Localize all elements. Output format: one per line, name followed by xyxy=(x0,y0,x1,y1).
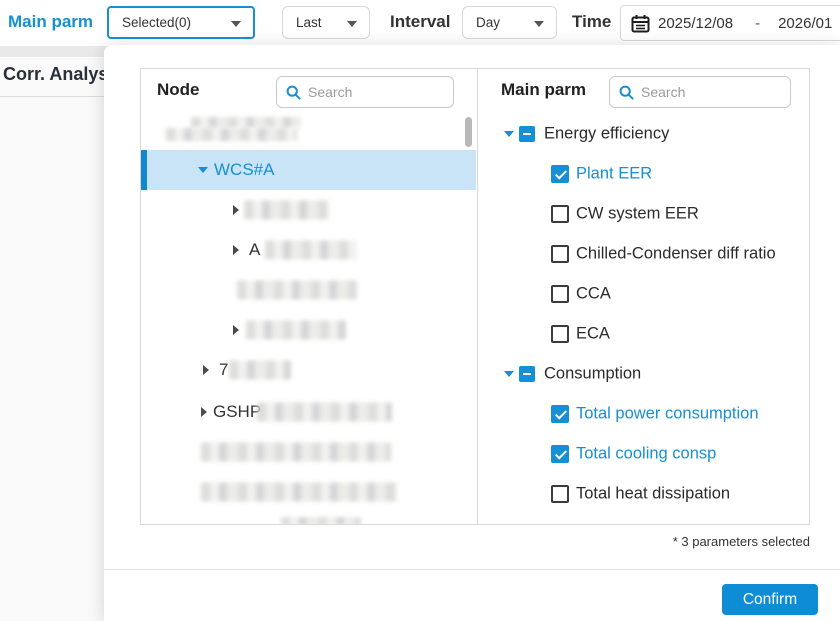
selected-params-dropdown[interactable]: Selected(0) xyxy=(107,6,255,39)
chevron-down-icon xyxy=(534,21,544,27)
redacted-text xyxy=(201,443,391,462)
main-parm-title: Main parm xyxy=(8,12,93,32)
group-checkbox-indeterminate[interactable] xyxy=(519,126,535,142)
redacted-text xyxy=(201,483,397,502)
redacted-text xyxy=(244,201,329,220)
selected-params-dropdown-value: Selected(0) xyxy=(122,15,191,30)
redacted-text xyxy=(191,117,301,128)
tree-item-redacted[interactable] xyxy=(141,310,476,350)
param-search-box[interactable] xyxy=(609,76,791,108)
tree-item-label: GSHP xyxy=(213,402,261,422)
checkbox-unchecked[interactable] xyxy=(551,325,569,343)
caret-right-icon[interactable] xyxy=(233,325,239,335)
selected-indicator xyxy=(141,150,147,190)
group-checkbox-indeterminate[interactable] xyxy=(519,366,535,382)
selected-count-note: * 3 parameters selected xyxy=(673,534,810,549)
tree-item-a[interactable]: A xyxy=(141,230,476,270)
checkbox-checked[interactable] xyxy=(551,165,569,183)
last-dropdown-value: Last xyxy=(296,15,322,30)
checkbox-unchecked[interactable] xyxy=(551,285,569,303)
checkbox-unchecked[interactable] xyxy=(551,485,569,503)
tree-item-gshp[interactable]: GSHP xyxy=(141,392,476,432)
redacted-text xyxy=(257,403,392,422)
chevron-down-icon xyxy=(347,21,357,27)
caret-down-icon[interactable] xyxy=(504,131,514,137)
tree-item-redacted[interactable] xyxy=(141,472,476,512)
param-item-cw-system-eer[interactable]: CW system EER xyxy=(477,194,810,234)
param-group-label: Consumption xyxy=(544,365,641,384)
interval-dropdown-value: Day xyxy=(476,15,500,30)
page-title: Corr. Analys xyxy=(3,64,108,85)
param-item-label: Total heat dissipation xyxy=(576,485,730,504)
caret-down-icon[interactable] xyxy=(198,167,208,173)
param-item-label: Total power consumption xyxy=(576,405,759,424)
node-panel-title: Node xyxy=(157,80,200,100)
redacted-text xyxy=(237,281,357,300)
param-item-cca[interactable]: CCA xyxy=(477,274,810,314)
tree-item-label: WCS#A xyxy=(214,160,274,180)
param-group-energy-efficiency[interactable]: Energy efficiency xyxy=(477,114,810,154)
tree-item-redacted[interactable] xyxy=(141,115,476,151)
redacted-text xyxy=(281,517,361,525)
last-dropdown[interactable]: Last xyxy=(282,6,370,39)
param-item-eca[interactable]: ECA xyxy=(477,314,810,354)
tree-item-label: 7 xyxy=(219,360,228,380)
param-item-label: Total cooling consp xyxy=(576,445,716,464)
date-range-end: 2026/01 xyxy=(778,15,832,32)
redacted-text xyxy=(246,321,346,340)
param-item-label: Chilled-Condenser diff ratio xyxy=(576,245,776,264)
checkbox-unchecked[interactable] xyxy=(551,245,569,263)
chevron-down-icon xyxy=(231,21,241,27)
node-search-input[interactable] xyxy=(308,84,428,100)
interval-dropdown[interactable]: Day xyxy=(462,6,557,39)
param-panel-title: Main parm xyxy=(501,80,586,100)
param-item-chilled-condenser-diff-ratio[interactable]: Chilled-Condenser diff ratio xyxy=(477,234,810,274)
redacted-text xyxy=(229,361,291,380)
interval-label: Interval xyxy=(390,12,450,32)
redacted-text xyxy=(166,128,297,141)
selector-content-box: Node Main parm WCS#A xyxy=(140,68,810,525)
search-icon xyxy=(619,85,634,100)
param-group-label: Energy efficiency xyxy=(544,125,669,144)
redacted-text xyxy=(265,241,357,260)
caret-right-icon[interactable] xyxy=(203,365,209,375)
tree-item-redacted[interactable] xyxy=(141,270,476,310)
param-item-total-power-consumption[interactable]: Total power consumption xyxy=(477,394,810,434)
param-item-label: Plant EER xyxy=(576,165,652,184)
checkbox-unchecked[interactable] xyxy=(551,205,569,223)
param-item-label: CCA xyxy=(576,285,611,304)
caret-right-icon[interactable] xyxy=(201,407,207,417)
param-search-input[interactable] xyxy=(641,84,761,100)
node-search-box[interactable] xyxy=(276,76,454,108)
date-range-start: 2025/12/08 xyxy=(658,15,733,32)
tree-item-label: A xyxy=(249,240,260,260)
param-item-label: CW system EER xyxy=(576,205,699,224)
top-toolbar: Main parm Selected(0) Last Interval Day … xyxy=(0,0,840,46)
checkbox-checked[interactable] xyxy=(551,405,569,423)
modal-footer-divider xyxy=(104,569,840,570)
tree-item-redacted[interactable] xyxy=(141,190,476,230)
tree-item-wcs-a[interactable]: WCS#A xyxy=(141,150,476,190)
parameter-select-modal: Node Main parm WCS#A xyxy=(104,45,840,621)
date-range-separator: - xyxy=(755,15,760,32)
caret-right-icon[interactable] xyxy=(233,205,239,215)
tree-item-redacted[interactable] xyxy=(141,512,476,525)
search-icon xyxy=(286,85,301,100)
calendar-icon xyxy=(631,14,650,33)
checkbox-checked[interactable] xyxy=(551,445,569,463)
caret-down-icon[interactable] xyxy=(504,371,514,377)
date-range-picker[interactable]: 2025/12/08 - 2026/01 xyxy=(620,5,840,41)
tree-item-redacted[interactable] xyxy=(141,432,476,472)
param-item-plant-eer[interactable]: Plant EER xyxy=(477,154,810,194)
caret-right-icon[interactable] xyxy=(233,245,239,255)
time-label: Time xyxy=(572,12,611,32)
param-group-consumption[interactable]: Consumption xyxy=(477,354,810,394)
param-item-total-cooling-consp[interactable]: Total cooling consp xyxy=(477,434,810,474)
node-list-scrollbar[interactable] xyxy=(465,117,472,147)
param-item-label: ECA xyxy=(576,325,610,344)
tree-item-7[interactable]: 7 xyxy=(141,350,476,390)
param-item-total-heat-dissipation[interactable]: Total heat dissipation xyxy=(477,474,810,514)
confirm-button[interactable]: Confirm xyxy=(722,584,818,615)
